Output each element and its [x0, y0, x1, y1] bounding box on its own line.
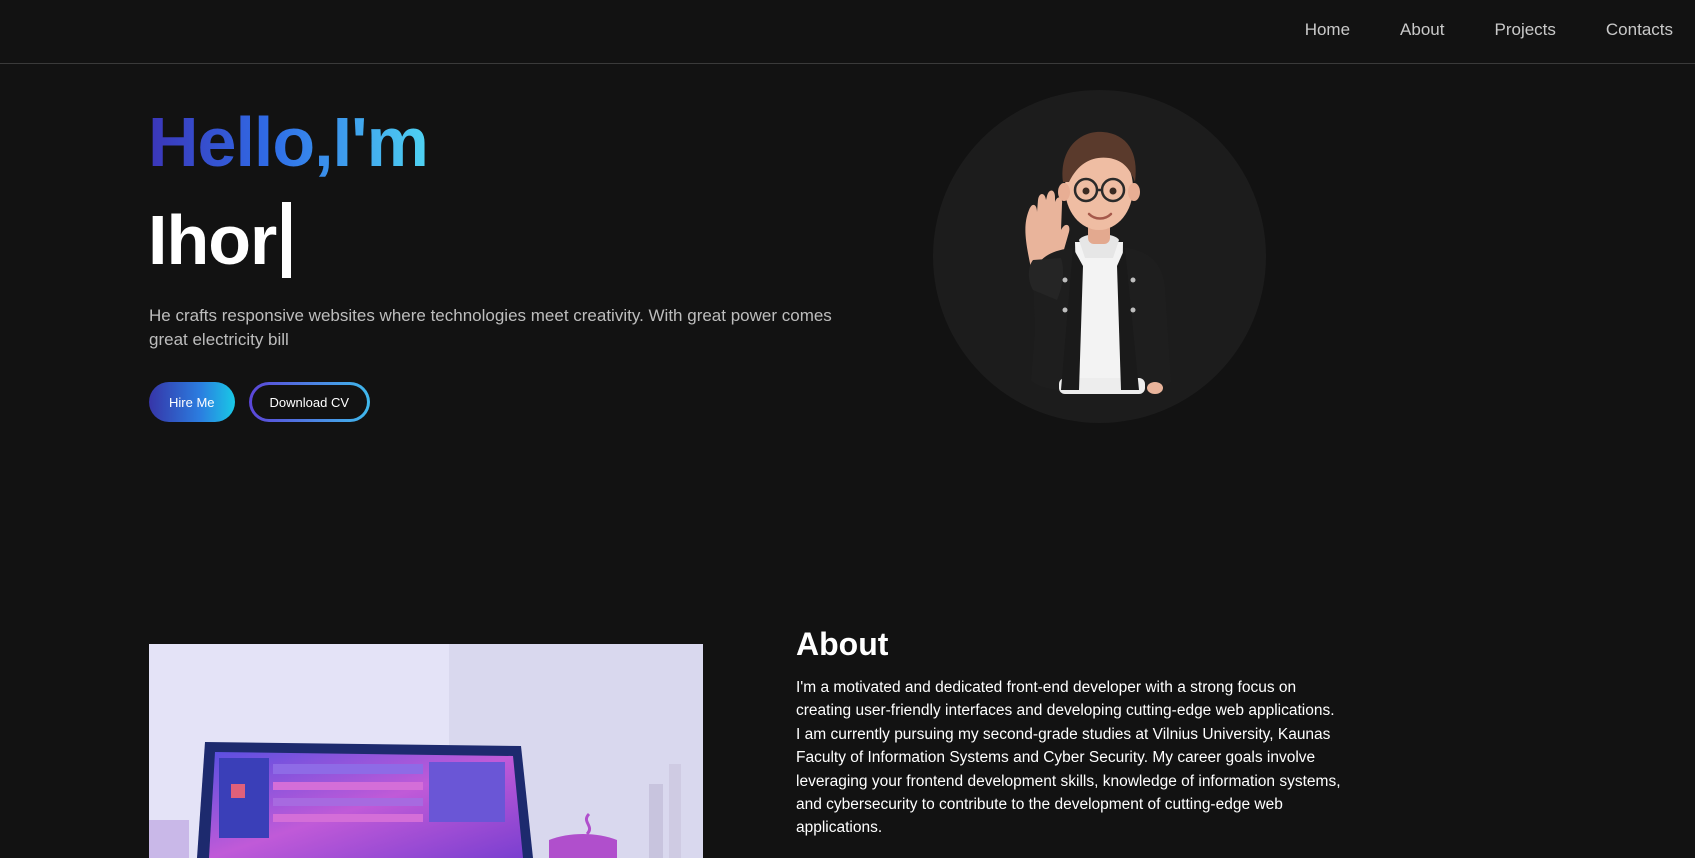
hero-name-row: Ihor — [148, 200, 292, 280]
hero-greeting: Hello,I'm — [148, 103, 429, 181]
top-navbar: Home About Projects Contacts — [0, 0, 1695, 64]
about-title: About — [796, 626, 889, 662]
laptop-workspace-image — [149, 644, 703, 858]
nav-link-projects[interactable]: Projects — [1494, 20, 1555, 40]
hero-buttons: Hire Me Download CV — [149, 382, 370, 422]
hero-name: Ihor — [148, 201, 277, 279]
hero-tagline: He crafts responsive websites where tech… — [149, 306, 832, 349]
nav-link-home[interactable]: Home — [1305, 20, 1350, 40]
about-description: I'm a motivated and dedicated front-end … — [796, 679, 1341, 837]
laptop-workspace-illustration — [149, 644, 703, 858]
typing-cursor — [282, 202, 292, 278]
waving-avatar-illustration — [1025, 131, 1171, 394]
hire-me-button[interactable]: Hire Me — [149, 382, 235, 422]
nav-link-about[interactable]: About — [1400, 20, 1444, 40]
avatar — [933, 90, 1266, 423]
nav-link-contacts[interactable]: Contacts — [1606, 20, 1673, 40]
nav-links: Home About Projects Contacts — [1305, 0, 1673, 60]
download-cv-button[interactable]: Download CV — [249, 382, 371, 422]
